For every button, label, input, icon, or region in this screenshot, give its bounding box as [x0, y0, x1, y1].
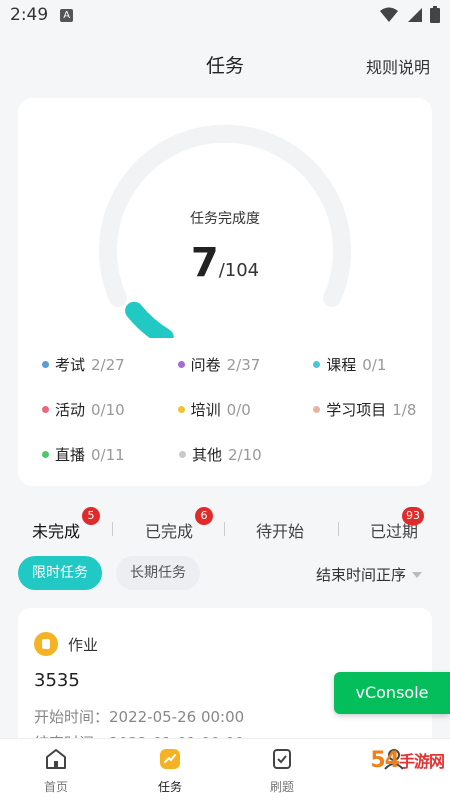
category-activity[interactable]: 活动 0/10 — [42, 399, 178, 420]
category-row: 考试 2/27 问卷 2/37 课程 0/1 — [42, 342, 432, 387]
sort-label: 结束时间正序 — [315, 566, 406, 584]
survey-dot-icon — [177, 361, 185, 368]
tab-divider — [224, 522, 225, 536]
rules-link[interactable]: 规则说明 — [366, 54, 430, 78]
category-value: 1/8 — [392, 400, 417, 419]
category-training[interactable]: 培训 0/0 — [177, 399, 314, 420]
category-name: 问卷 — [190, 356, 221, 374]
practice-icon — [273, 749, 291, 769]
status-time: 2:49 — [10, 5, 49, 25]
signal-icon — [408, 7, 422, 22]
tab-label: 未完成 — [32, 522, 81, 541]
progress-completed: 7 — [190, 240, 219, 286]
progress-card: 任务完成度 7/104 考试 2/27 问卷 2/37 课程 0/1 活动 0/10 培… — [18, 98, 432, 486]
course-dot-icon — [313, 361, 321, 368]
watermark-cn: 手游网 — [398, 752, 445, 771]
tab-incomplete[interactable]: 未完成 5 — [32, 507, 101, 542]
category-name: 直播 — [55, 446, 86, 464]
category-row: 直播 0/11 其他 2/10 — [42, 432, 432, 477]
task-title: 3535 — [34, 670, 80, 691]
exam-dot-icon — [42, 361, 49, 368]
progress-label: 任务完成度 — [190, 211, 260, 227]
assignment-icon — [34, 632, 58, 656]
training-dot-icon — [177, 406, 185, 413]
page-title: 任务 — [205, 54, 244, 77]
tab-divider — [112, 522, 113, 536]
category-value: 2/37 — [226, 355, 261, 374]
tab-completed[interactable]: 已完成 6 — [145, 507, 214, 542]
sort-dropdown[interactable]: 结束时间正序 — [316, 564, 422, 585]
status-icons — [380, 6, 440, 23]
category-name: 课程 — [326, 356, 357, 374]
task-status-tabs: 未完成 5 已完成 6 待开始 已过期 93 — [0, 507, 450, 548]
chevron-down-icon — [412, 571, 422, 578]
tab-upcoming[interactable]: 待开始 — [256, 518, 304, 542]
category-value: 2/10 — [228, 445, 262, 464]
home-icon — [46, 749, 66, 769]
category-exam[interactable]: 考试 2/27 — [42, 354, 178, 375]
status-bar: 2:49 A — [0, 0, 450, 30]
notification-icon: A — [60, 8, 74, 22]
tabbar-label: 刷题 — [269, 780, 294, 794]
tab-label: 已完成 — [145, 522, 194, 541]
task-icon — [160, 749, 180, 769]
watermark-main: 54 — [370, 748, 400, 773]
watermark-logo: 54手游网 — [370, 748, 445, 773]
tabbar-home[interactable]: 首页 — [26, 747, 86, 795]
battery-icon — [430, 6, 440, 23]
category-name: 考试 — [55, 356, 86, 374]
category-name: 学习项目 — [326, 401, 387, 419]
other-dot-icon — [179, 451, 186, 458]
navbar: 任务 规则说明 — [0, 30, 450, 98]
category-value: 0/0 — [226, 400, 251, 419]
task-start-time: 开始时间：2022-05-26 00:00 — [34, 708, 245, 726]
category-value: 0/1 — [362, 355, 387, 374]
live-dot-icon — [42, 451, 49, 458]
task-type-label: 作业 — [68, 635, 99, 654]
gauge-fill — [125, 301, 174, 338]
filter-bar: 限时任务 长期任务 结束时间正序 — [18, 556, 432, 592]
tabbar-tasks[interactable]: 任务 — [140, 747, 200, 795]
tab-badge: 5 — [82, 507, 101, 525]
activity-dot-icon — [42, 406, 49, 413]
tabbar-label: 首页 — [43, 780, 68, 794]
filter-long-term[interactable]: 长期任务 — [116, 556, 200, 590]
category-name: 培训 — [190, 401, 221, 419]
tab-expired[interactable]: 已过期 93 — [370, 507, 425, 542]
category-other[interactable]: 其他 2/10 — [179, 444, 316, 465]
vconsole-button[interactable]: vConsole — [334, 672, 450, 714]
category-value: 0/11 — [91, 445, 125, 464]
category-value: 2/27 — [91, 355, 125, 374]
progress-value: 7/104 — [18, 240, 432, 286]
tab-divider — [338, 522, 339, 536]
wifi-icon — [380, 7, 398, 22]
progress-total: /104 — [218, 260, 260, 281]
category-live[interactable]: 直播 0/11 — [42, 444, 179, 465]
category-grid: 考试 2/27 问卷 2/37 课程 0/1 活动 0/10 培训 0/0 学习项目 1/8… — [42, 342, 432, 477]
tabbar-label: 任务 — [157, 780, 182, 794]
tabbar-practice[interactable]: 刷题 — [252, 747, 312, 795]
category-course[interactable]: 课程 0/1 — [313, 354, 432, 375]
category-survey[interactable]: 问卷 2/37 — [177, 354, 314, 375]
category-project[interactable]: 学习项目 1/8 — [313, 399, 432, 420]
task-type: 作业 — [34, 632, 98, 656]
filter-limited-time[interactable]: 限时任务 — [18, 556, 102, 590]
category-name: 其他 — [192, 446, 223, 464]
project-dot-icon — [313, 406, 321, 413]
category-name: 活动 — [55, 401, 86, 419]
category-value: 0/10 — [91, 400, 125, 419]
category-row: 活动 0/10 培训 0/0 学习项目 1/8 — [42, 387, 432, 432]
tab-label: 待开始 — [256, 522, 305, 541]
tab-badge: 6 — [195, 507, 214, 525]
tab-badge: 93 — [402, 507, 425, 525]
